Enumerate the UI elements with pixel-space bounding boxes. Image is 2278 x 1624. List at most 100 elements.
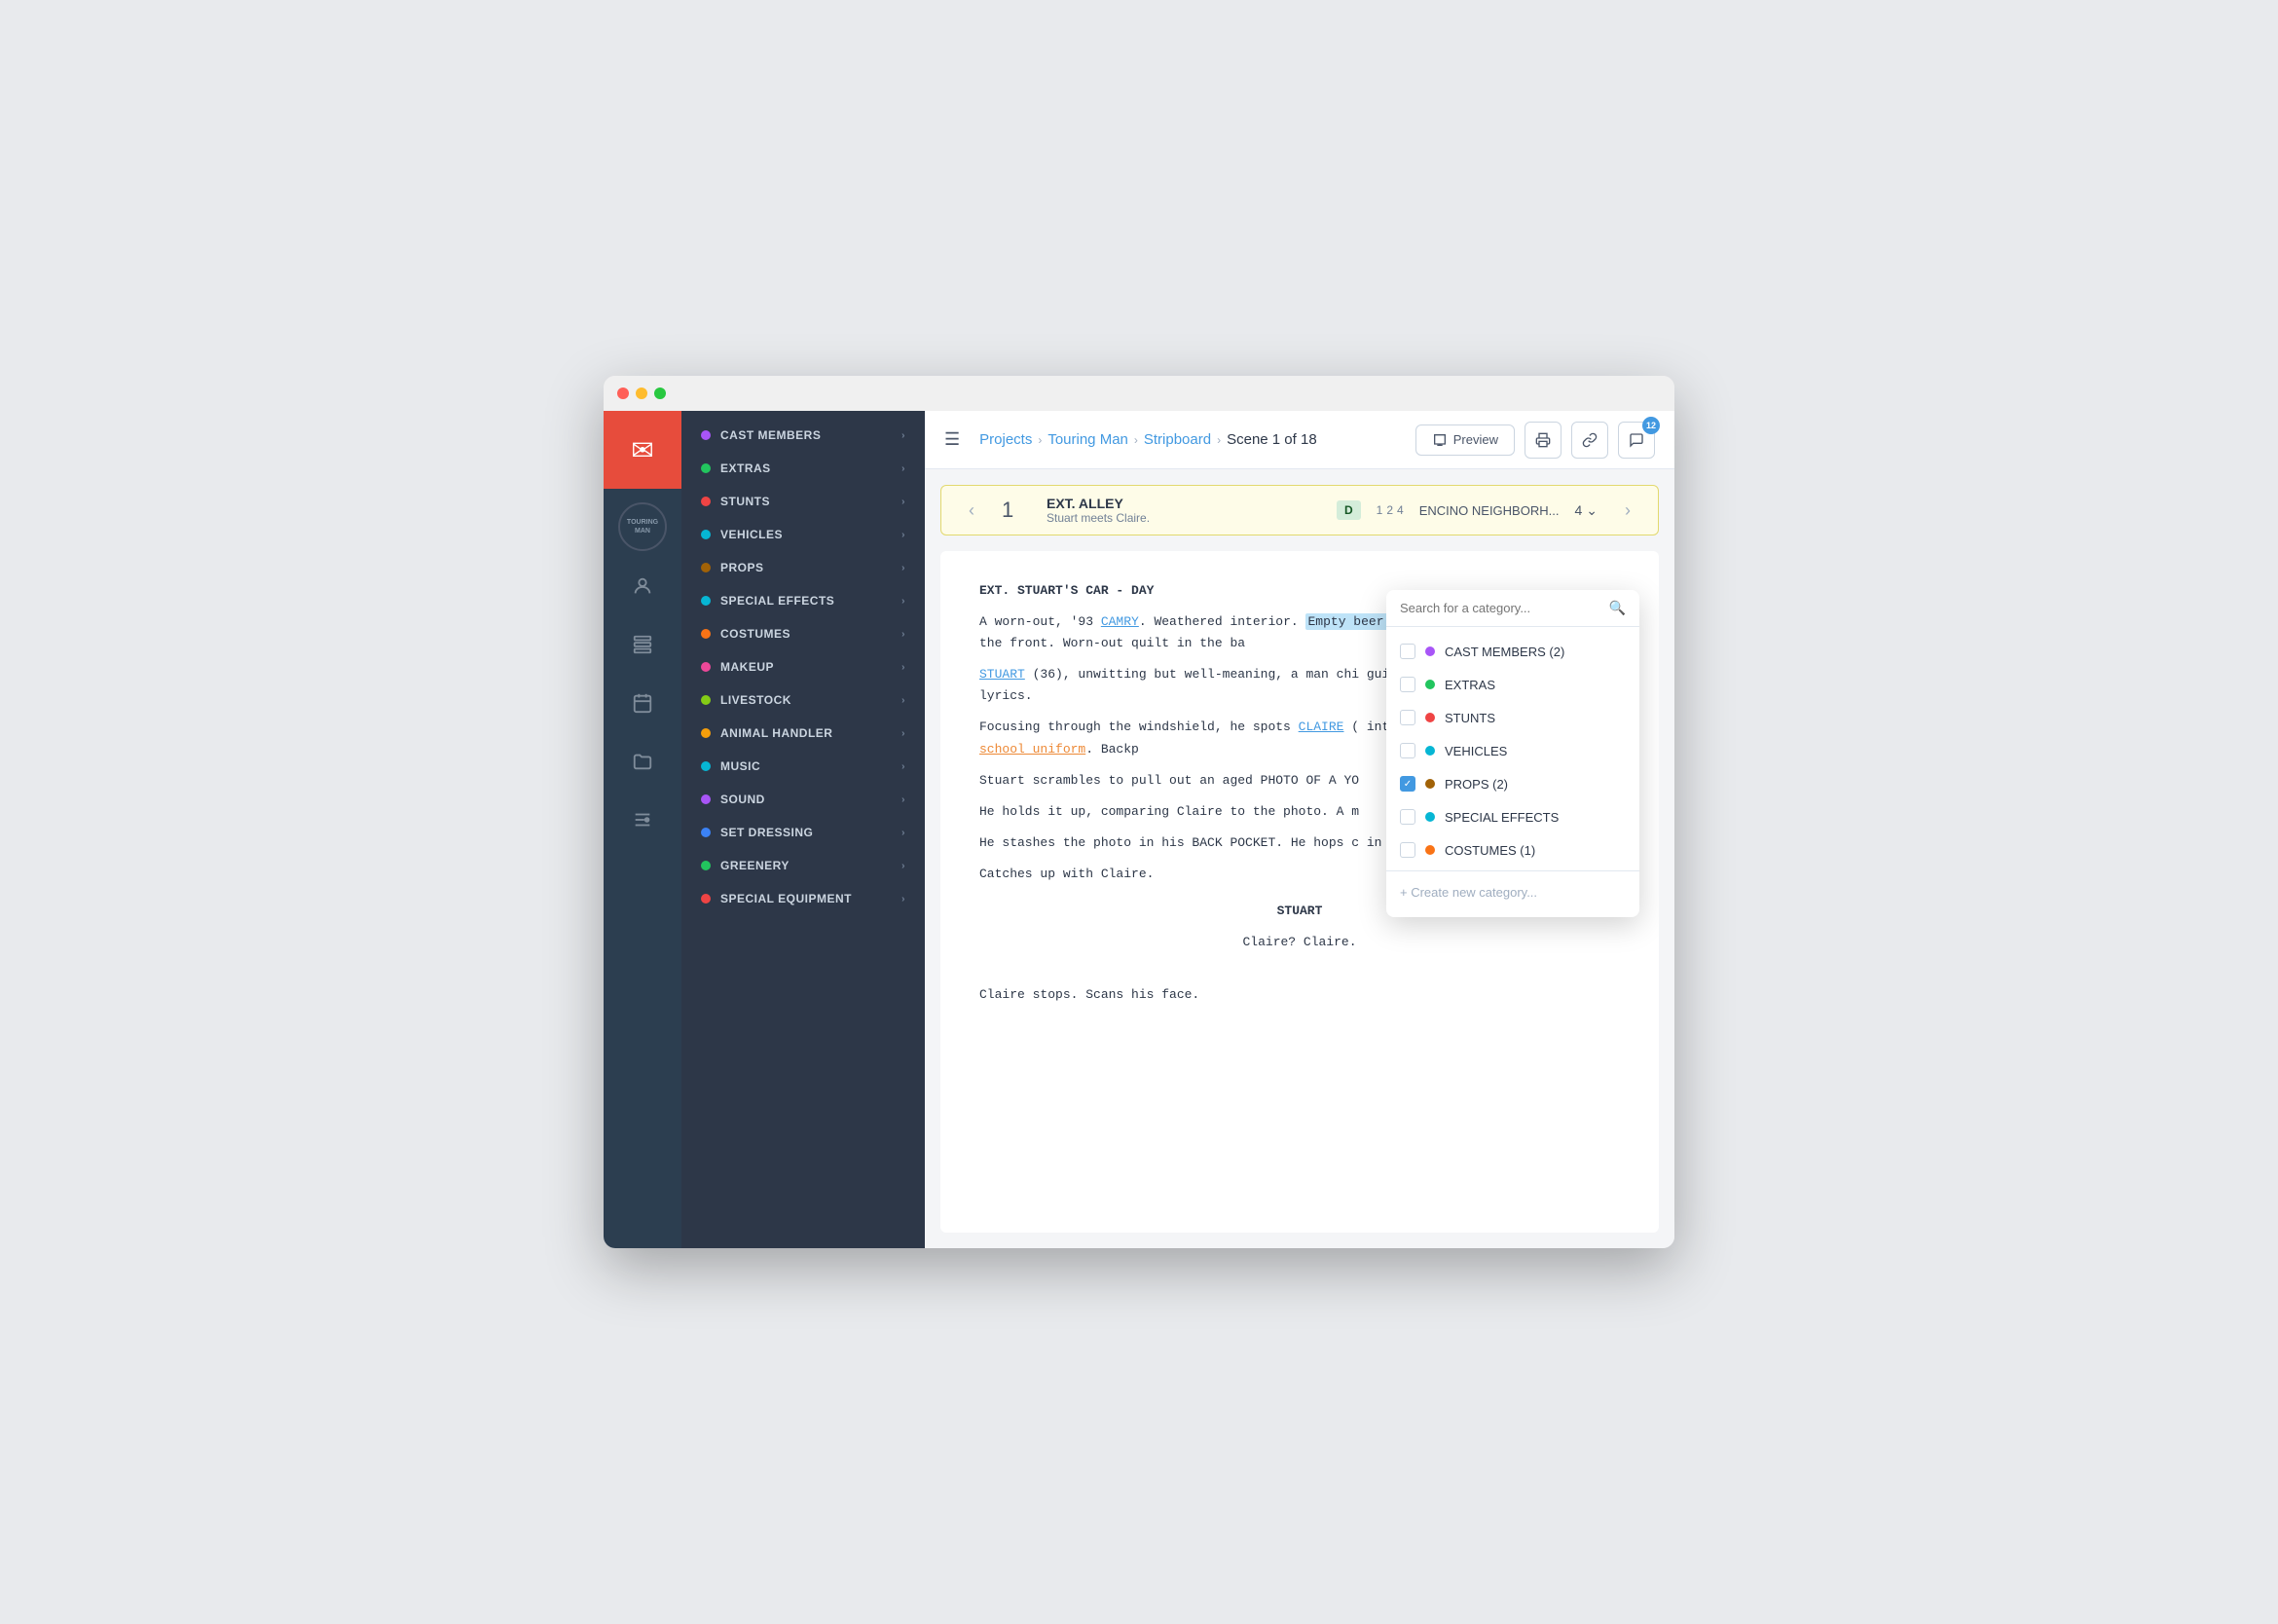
breadcrumb-project[interactable]: Touring Man — [1047, 431, 1128, 448]
dd-cast-members-dot — [1425, 646, 1435, 656]
vehicles-chevron: › — [901, 530, 905, 540]
greenery-chevron: › — [901, 861, 905, 871]
sidebar-item-cast-members[interactable]: CAST MEMBERS › — [681, 419, 925, 452]
sidebar-item-special-effects[interactable]: SPECIAL EFFECTS › — [681, 584, 925, 617]
page-1: 1 — [1377, 503, 1383, 517]
scene-prev-button[interactable]: ‹ — [957, 496, 986, 525]
scene-next-button[interactable]: › — [1613, 496, 1642, 525]
scene-info: EXT. ALLEY Stuart meets Claire. — [1047, 496, 1321, 525]
comments-button[interactable]: 12 — [1618, 422, 1655, 459]
dd-costumes-dot — [1425, 845, 1435, 855]
cast-members-checkbox[interactable] — [1400, 644, 1415, 659]
props-checkbox[interactable]: ✓ — [1400, 776, 1415, 792]
sidebar-item-stunts[interactable]: STUNTS › — [681, 485, 925, 518]
dropdown-search-input[interactable] — [1400, 601, 1601, 615]
stunts-label: STUNTS — [720, 495, 770, 508]
extras-checkbox[interactable] — [1400, 677, 1415, 692]
dropdown-item-vehicles[interactable]: VEHICLES — [1386, 734, 1639, 767]
dd-vehicles-dot — [1425, 746, 1435, 756]
extras-chevron: › — [901, 463, 905, 474]
school-uniform-link[interactable]: school uniform — [979, 742, 1085, 757]
sidebar-item-music[interactable]: MUSIC › — [681, 750, 925, 783]
sound-chevron: › — [901, 794, 905, 805]
set-dressing-dot — [701, 828, 711, 837]
dropdown-item-cast-members[interactable]: CAST MEMBERS (2) — [1386, 635, 1639, 668]
breadcrumb-view[interactable]: Stripboard — [1144, 431, 1211, 448]
hamburger-icon[interactable]: ☰ — [944, 429, 960, 450]
sidebar-item-folder[interactable] — [604, 732, 681, 791]
sidebar-item-extras[interactable]: EXTRAS › — [681, 452, 925, 485]
scene-title: EXT. ALLEY — [1047, 496, 1321, 511]
minimize-dot[interactable] — [636, 388, 647, 399]
dropdown-item-stunts[interactable]: STUNTS — [1386, 701, 1639, 734]
special-effects-label: SPECIAL EFFECTS — [720, 594, 834, 608]
stuart-link[interactable]: STUART — [979, 667, 1025, 682]
close-dot[interactable] — [617, 388, 629, 399]
print-icon — [1535, 432, 1551, 448]
props-label: PROPS — [720, 561, 764, 574]
special-effects-chevron: › — [901, 596, 905, 607]
scene-count-value: 4 — [1574, 502, 1582, 518]
animal-handler-dot — [701, 728, 711, 738]
project-avatar[interactable]: TOURINGMAN — [618, 502, 667, 551]
dropdown-item-extras[interactable]: EXTRAS — [1386, 668, 1639, 701]
maximize-dot[interactable] — [654, 388, 666, 399]
sidebar-item-calendar[interactable] — [604, 674, 681, 732]
breadcrumb-projects[interactable]: Projects — [979, 431, 1032, 448]
cast-members-dot — [701, 430, 711, 440]
sidebar-item-vehicles[interactable]: VEHICLES › — [681, 518, 925, 551]
camry-link[interactable]: CAMRY — [1101, 614, 1139, 629]
dropdown-item-special-effects[interactable]: SPECIAL EFFECTS — [1386, 800, 1639, 833]
create-category-button[interactable]: + Create new category... — [1386, 875, 1639, 909]
sidebar-item-greenery[interactable]: GREENERY › — [681, 849, 925, 882]
props-chevron: › — [901, 563, 905, 573]
sidebar-item-set-dressing[interactable]: SET DRESSING › — [681, 816, 925, 849]
sidebar-item-strips[interactable] — [604, 615, 681, 674]
print-button[interactable] — [1525, 422, 1562, 459]
claire-link[interactable]: CLAIRE — [1299, 720, 1344, 734]
dd-vehicles-label: VEHICLES — [1445, 744, 1626, 758]
sound-label: SOUND — [720, 793, 765, 806]
script-dialogue: Claire? Claire. — [1057, 932, 1542, 953]
dropdown-divider — [1386, 870, 1639, 871]
breadcrumb-sep-2: › — [1134, 433, 1138, 447]
sidebar-item-special-equipment[interactable]: SPECIAL EQUIPMENT › — [681, 882, 925, 915]
dd-cast-members-label: CAST MEMBERS (2) — [1445, 645, 1626, 659]
vehicles-checkbox[interactable] — [1400, 743, 1415, 758]
link-button[interactable] — [1571, 422, 1608, 459]
dropdown-item-props[interactable]: ✓ PROPS (2) — [1386, 767, 1639, 800]
extras-dot — [701, 463, 711, 473]
comments-icon — [1629, 432, 1644, 448]
scene-time: D — [1337, 500, 1361, 520]
sidebar-item-people[interactable] — [604, 557, 681, 615]
dropdown-item-costumes[interactable]: COSTUMES (1) — [1386, 833, 1639, 867]
preview-label: Preview — [1453, 432, 1498, 447]
costumes-chevron: › — [901, 629, 905, 640]
costumes-checkbox[interactable] — [1400, 842, 1415, 858]
music-dot — [701, 761, 711, 771]
page-3: 4 — [1397, 503, 1404, 517]
special-equipment-dot — [701, 894, 711, 904]
dd-stunts-label: STUNTS — [1445, 711, 1626, 725]
chat-icon: ✉ — [631, 434, 653, 466]
sidebar-item-settings[interactable] — [604, 791, 681, 849]
dd-special-effects-dot — [1425, 812, 1435, 822]
stunts-checkbox[interactable] — [1400, 710, 1415, 725]
sidebar-item-sound[interactable]: SOUND › — [681, 783, 925, 816]
sidebar-item-costumes[interactable]: COSTUMES › — [681, 617, 925, 650]
vehicles-dot — [701, 530, 711, 539]
script-wrapper: EXT. STUART'S CAR - DAY A worn-out, '93 … — [940, 551, 1659, 1233]
preview-icon — [1432, 432, 1448, 448]
special-effects-checkbox[interactable] — [1400, 809, 1415, 825]
livestock-label: LIVESTOCK — [720, 693, 791, 707]
preview-button[interactable]: Preview — [1415, 424, 1515, 456]
music-label: MUSIC — [720, 759, 760, 773]
sidebar-item-livestock[interactable]: LIVESTOCK › — [681, 683, 925, 717]
sidebar-item-animal-handler[interactable]: ANIMAL HANDLER › — [681, 717, 925, 750]
sidebar-item-makeup[interactable]: MAKEUP › — [681, 650, 925, 683]
category-sidebar: CAST MEMBERS › EXTRAS › STUNTS › — [681, 411, 925, 1248]
sidebar-item-props[interactable]: PROPS › — [681, 551, 925, 584]
props-checkmark: ✓ — [1404, 779, 1412, 790]
page-2: 2 — [1386, 503, 1393, 517]
greenery-label: GREENERY — [720, 859, 790, 872]
